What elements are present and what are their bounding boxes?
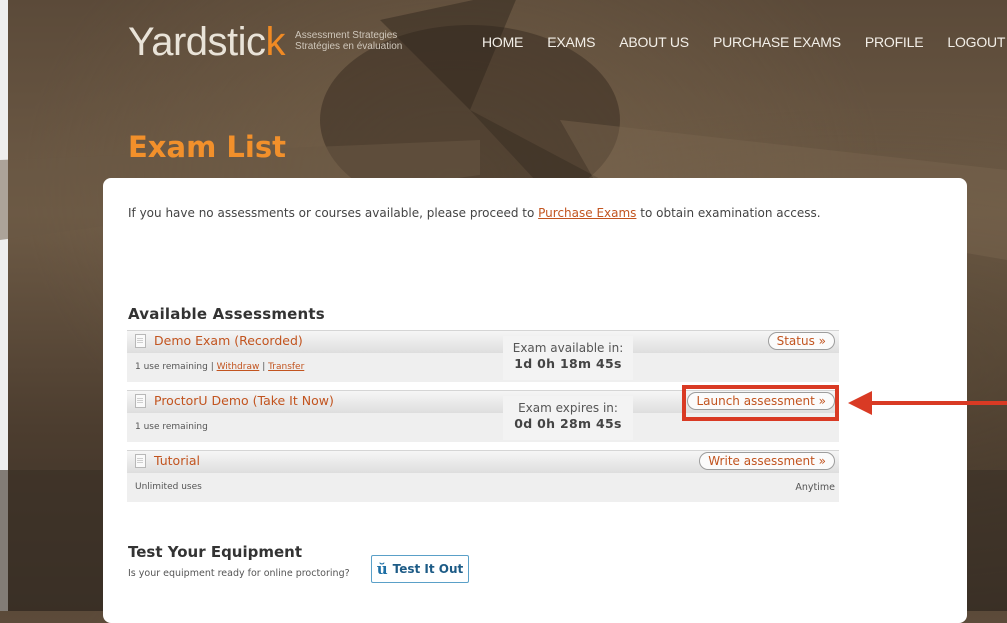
assessment-name-label: Demo Exam (Recorded)	[154, 333, 303, 348]
page-title: Exam List	[128, 130, 286, 164]
transfer-link[interactable]: Transfer	[268, 362, 304, 372]
assessment-name-label: Tutorial	[154, 453, 200, 468]
nav-logout[interactable]: LOGOUT	[947, 34, 1005, 50]
uses-remaining-label: 1 use remaining	[135, 362, 208, 372]
test-it-out-label: Test It Out	[392, 562, 464, 576]
assessment-name[interactable]: Demo Exam (Recorded)	[135, 333, 303, 348]
timer-box: Exam expires in: 0d 0h 28m 45s	[503, 396, 633, 440]
arrow-line	[870, 401, 1007, 405]
assessment-row: Demo Exam (Recorded) Exam available in: …	[127, 330, 839, 382]
uses-remaining: Unlimited uses	[135, 482, 202, 492]
test-equipment-subtitle: Is your equipment ready for online proct…	[128, 568, 350, 579]
logo-wordmark: Yardstick	[128, 20, 286, 64]
purchase-exams-link[interactable]: Purchase Exams	[538, 206, 636, 220]
intro-text: If you have no assessments or courses av…	[128, 206, 821, 220]
nav-home[interactable]: HOME	[482, 34, 523, 50]
nav-exams[interactable]: EXAMS	[547, 34, 595, 50]
availability-note: Anytime	[795, 482, 835, 493]
timer-label: Exam expires in:	[518, 401, 618, 415]
nav-about-us[interactable]: ABOUT US	[619, 34, 689, 50]
logo-tagline: Assessment Strategies Stratégies en éval…	[295, 30, 402, 52]
arrow-head-icon	[848, 391, 872, 415]
document-icon	[135, 393, 146, 408]
document-icon	[135, 453, 146, 468]
nav-profile[interactable]: PROFILE	[865, 34, 924, 50]
document-icon	[135, 333, 146, 348]
test-equipment-heading: Test Your Equipment	[128, 543, 303, 561]
window-edge	[0, 0, 8, 611]
uses-remaining: 1 use remaining | Withdraw | Transfer	[135, 362, 304, 372]
assessment-name[interactable]: ProctorU Demo (Take It Now)	[135, 393, 334, 408]
main-nav: HOME EXAMS ABOUT US PURCHASE EXAMS PROFI…	[482, 34, 1007, 50]
separator: |	[259, 362, 269, 372]
status-button[interactable]: Status »	[767, 332, 835, 350]
timer-value: 0d 0h 28m 45s	[514, 416, 622, 431]
intro-text-before: If you have no assessments or courses av…	[128, 206, 539, 220]
logo-tagline-fr: Stratégies en évaluation	[295, 41, 403, 52]
test-it-out-button[interactable]: ŭ Test It Out	[371, 555, 469, 583]
assessment-name-label: ProctorU Demo (Take It Now)	[154, 393, 334, 408]
logo-tagline-en: Assessment Strategies	[295, 30, 398, 41]
proctoru-owl-icon: ŭ	[376, 560, 388, 578]
timer-label: Exam available in:	[512, 341, 624, 355]
withdraw-link[interactable]: Withdraw	[217, 362, 260, 372]
timer-value: 1d 0h 18m 45s	[514, 356, 622, 371]
assessment-name[interactable]: Tutorial	[135, 453, 200, 468]
site-header: Yardstick Assessment Strategies Stratégi…	[0, 0, 1007, 90]
available-assessments-heading: Available Assessments	[128, 305, 325, 323]
timer-box: Exam available in: 1d 0h 18m 45s	[503, 336, 633, 380]
intro-text-after: to obtain examination access.	[636, 206, 821, 220]
write-assessment-button[interactable]: Write assessment »	[699, 452, 835, 470]
yardstick-logo[interactable]: Yardstick Assessment Strategies Stratégi…	[128, 20, 402, 64]
highlight-box	[682, 385, 839, 421]
uses-remaining: 1 use remaining	[135, 422, 208, 432]
separator: |	[207, 362, 217, 372]
assessment-row: Tutorial Write assessment » Unlimited us…	[127, 450, 839, 502]
nav-purchase-exams[interactable]: PURCHASE EXAMS	[713, 34, 841, 50]
